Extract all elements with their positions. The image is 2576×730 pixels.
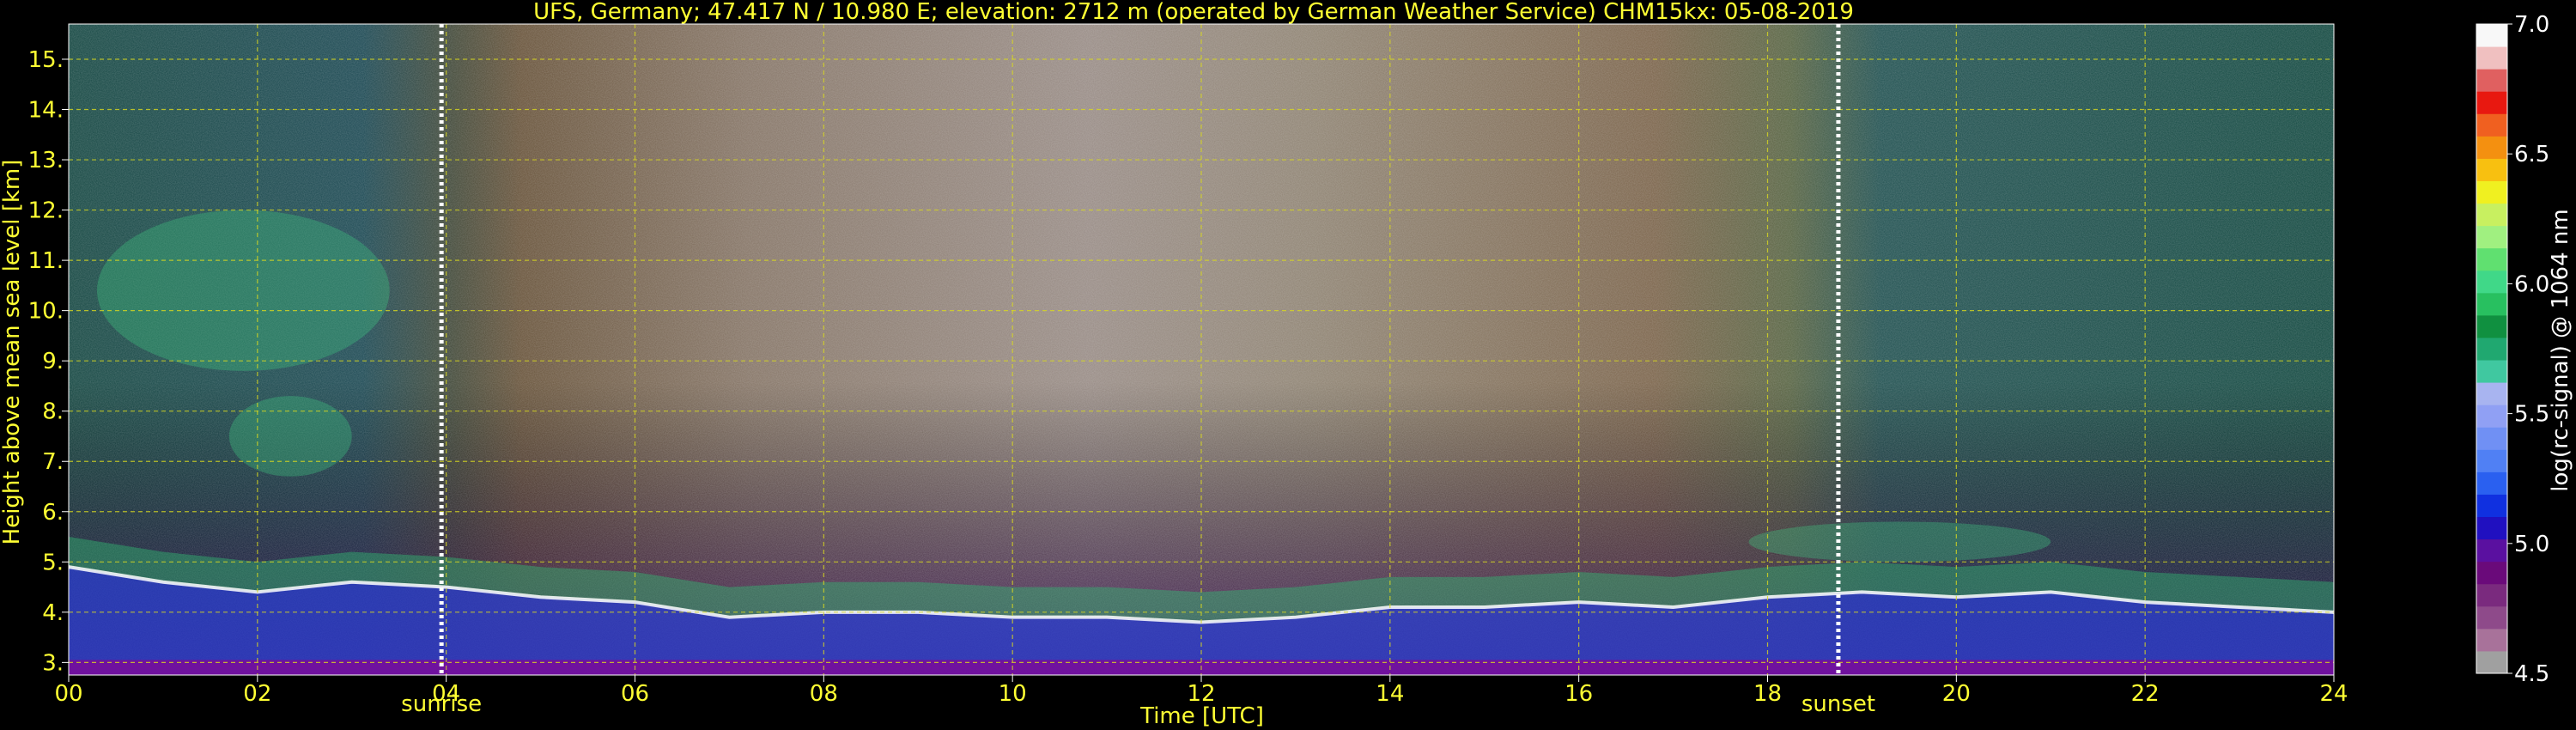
colorbar-swatch (2476, 360, 2507, 383)
y-tick-label: 13. (28, 148, 64, 173)
ceilometer-chart: sunrise sunset 00 02 04 06 08 10 12 14 16 18 20 22 24… (0, 0, 2573, 729)
x-tick-label: 18 (1753, 681, 1782, 707)
colorbar-swatch (2476, 494, 2507, 518)
cloud-layer (1748, 521, 2051, 563)
colorbar-swatch (2476, 180, 2507, 204)
x-tick-label: 14 (1376, 681, 1404, 707)
x-tick-label: 06 (621, 681, 649, 707)
colorbar-swatch (2476, 427, 2507, 450)
x-tick-label: 00 (54, 681, 82, 707)
colorbar-swatch (2476, 449, 2507, 472)
y-axis-label: Height above mean sea level [km] (0, 160, 25, 545)
y-tick-label: 7. (42, 449, 64, 475)
y-tick-label: 12. (28, 198, 64, 224)
y-axis: 3. 4. 5. 6. 7. 8. 9. 10. 11. 12. 13. 14. 15. (28, 47, 69, 676)
y-tick-label: 4. (42, 600, 64, 626)
colorbar-swatch (2476, 628, 2507, 652)
y-tick-label: 8. (42, 399, 64, 425)
colorbar-swatch (2476, 605, 2507, 630)
colorbar-label: log(rc-signal) @ 1064 nm (2548, 209, 2573, 491)
y-tick-label: 9. (42, 349, 64, 374)
colorbar-swatch (2476, 538, 2507, 563)
x-tick-label: 16 (1564, 681, 1593, 707)
colorbar: 4.5 5.0 5.5 6.0 6.5 7.0 (2476, 12, 2549, 687)
colorbar-tick-label: 5.0 (2514, 532, 2549, 557)
colorbar-swatch (2476, 247, 2507, 271)
colorbar-swatch (2476, 650, 2507, 674)
colorbar-swatch (2476, 91, 2507, 114)
colorbar-swatch (2476, 69, 2507, 92)
colorbar-tick-label: 5.5 (2514, 402, 2549, 428)
y-tick-label: 6. (42, 500, 64, 526)
x-tick-label: 04 (432, 681, 460, 707)
y-tick-label: 11. (28, 248, 64, 274)
x-tick-label: 08 (810, 681, 838, 707)
colorbar-tick-label: 7.0 (2514, 12, 2549, 38)
y-tick-label: 3. (42, 650, 64, 676)
x-tick-label: 10 (999, 681, 1027, 707)
mid-level-cloud (228, 396, 352, 477)
colorbar-swatch (2476, 314, 2507, 338)
x-tick-label: 22 (2131, 681, 2160, 707)
y-tick-label: 15. (28, 47, 64, 73)
colorbar-swatch (2476, 583, 2507, 607)
x-tick-label: 24 (2319, 681, 2348, 707)
colorbar-swatch (2476, 113, 2507, 137)
colorbar-swatch (2476, 405, 2507, 428)
y-tick-label: 14. (28, 98, 64, 124)
colorbar-swatch (2476, 136, 2507, 159)
colorbar-tick-label: 6.0 (2514, 271, 2549, 297)
x-axis: 00 02 04 06 08 10 12 14 16 18 20 22 24 (54, 675, 2348, 707)
colorbar-swatch (2476, 158, 2507, 181)
colorbar-swatch (2476, 203, 2507, 227)
colorbar-tick-label: 4.5 (2514, 661, 2549, 687)
colorbar-swatch (2476, 471, 2507, 495)
colorbar-swatch (2476, 270, 2507, 294)
y-tick-label: 10. (28, 299, 64, 325)
colorbar-swatch (2476, 292, 2507, 316)
colorbar-swatch (2476, 24, 2507, 47)
cirrus-cloud (96, 210, 390, 371)
x-tick-label: 02 (243, 681, 271, 707)
sunset-label: sunset (1801, 691, 1875, 717)
chart-title: UFS, Germany; 47.417 N / 10.980 E; eleva… (533, 0, 1854, 25)
colorbar-tick-label: 6.5 (2514, 142, 2549, 167)
colorbar-swatch (2476, 46, 2507, 70)
x-tick-label: 20 (1942, 681, 1971, 707)
y-tick-label: 5. (42, 550, 64, 575)
colorbar-swatch (2476, 382, 2507, 405)
colorbar-swatch (2476, 561, 2507, 585)
x-axis-label: Time [UTC] (1139, 703, 1264, 729)
colorbar-swatch (2476, 225, 2507, 249)
colorbar-swatch (2476, 337, 2507, 361)
colorbar-swatch (2476, 516, 2507, 540)
